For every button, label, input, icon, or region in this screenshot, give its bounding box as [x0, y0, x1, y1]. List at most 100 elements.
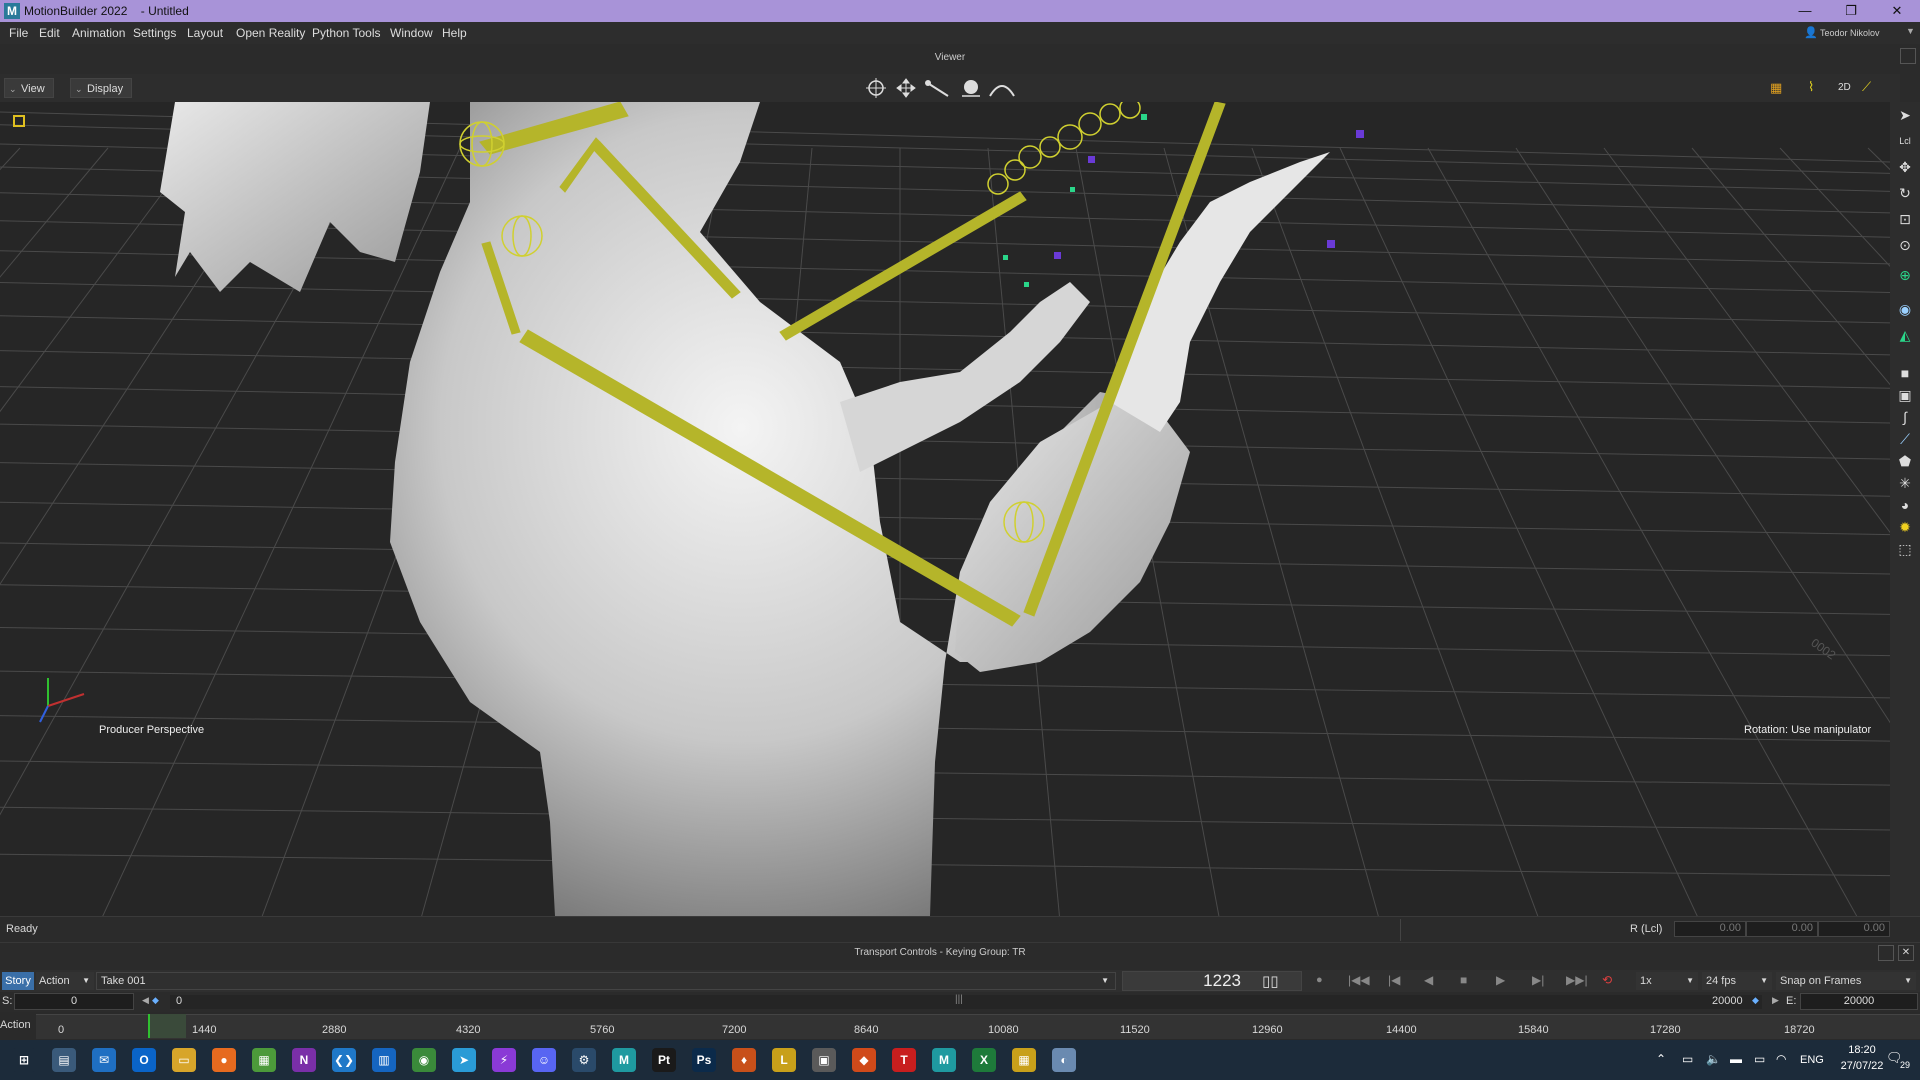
timeline[interactable]: Action 0 1440 2880 4320 5760 7200 8640 1… [0, 1012, 1920, 1040]
app-git-taskbar-icon[interactable]: ◆ [852, 1048, 876, 1072]
light-icon[interactable]: ✹ [1896, 518, 1914, 536]
loop-icon[interactable]: ⟲ [1602, 973, 1612, 987]
messenger-taskbar-icon[interactable]: ⚡ [492, 1048, 516, 1072]
discord-taskbar-icon[interactable]: ☺ [532, 1048, 556, 1072]
excel-taskbar-icon[interactable]: X [972, 1048, 996, 1072]
notepad-taskbar-icon[interactable]: ▦ [252, 1048, 276, 1072]
action-dropdown[interactable]: Action ▼ [36, 972, 94, 990]
speed-dropdown[interactable]: 1x ▼ [1636, 972, 1698, 990]
steam-taskbar-icon[interactable]: ⚙ [572, 1048, 596, 1072]
minimize-icon[interactable]: — [1782, 0, 1828, 22]
transform-green-icon[interactable]: ⊕ [1896, 266, 1914, 284]
goto-end-icon[interactable]: ▶▶| [1566, 973, 1588, 987]
menu-layout[interactable]: Layout [187, 26, 223, 40]
app-flame-taskbar-icon[interactable]: ♦ [732, 1048, 756, 1072]
pycharm-taskbar-icon[interactable]: Pt [652, 1048, 676, 1072]
local-mode-icon[interactable]: Lcl [1896, 132, 1914, 150]
move-icon[interactable]: ✥ [1896, 158, 1914, 176]
display-button[interactable]: ⌄ Display [70, 78, 132, 98]
fps-dropdown[interactable]: 24 fps ▼ [1702, 972, 1772, 990]
monitor-taskbar-icon[interactable]: ▣ [812, 1048, 836, 1072]
battery-icon[interactable]: ▬ [1730, 1052, 1742, 1066]
lock-icon[interactable] [13, 115, 25, 127]
record-icon[interactable]: ● [1316, 974, 1323, 986]
range-left-arrow-icon[interactable]: ◀ [142, 995, 149, 1006]
calendar-taskbar-icon[interactable]: ▦ [1012, 1048, 1036, 1072]
prev-frame-icon[interactable]: ◀ [1424, 973, 1433, 987]
time-range-slider[interactable] [170, 995, 1762, 1009]
sphere-tool-icon[interactable] [962, 80, 980, 97]
end-field[interactable]: 20000 [1800, 993, 1918, 1010]
motionbuilder-active-taskbar-icon[interactable]: M [932, 1048, 956, 1072]
range-start-handle-icon[interactable]: ◆ [152, 995, 159, 1006]
trello-taskbar-icon[interactable]: ▥ [372, 1048, 396, 1072]
motionbuilder-taskbar-icon[interactable]: M [612, 1048, 636, 1072]
range-end-handle-icon[interactable]: ◆ [1752, 995, 1759, 1006]
firefox-taskbar-icon[interactable]: ● [212, 1048, 236, 1072]
translate-icon[interactable] [896, 78, 916, 98]
clock-time[interactable]: 18:20 [1842, 1044, 1882, 1056]
select-translate-icon[interactable] [866, 78, 886, 98]
menu-python-tools[interactable]: Python Tools [312, 26, 381, 40]
outlook-taskbar-icon[interactable]: O [132, 1048, 156, 1072]
y-value-field[interactable]: 0.00 [1746, 921, 1818, 937]
wifi-icon[interactable]: ◠ [1776, 1052, 1786, 1066]
maximize-viewer-icon[interactable] [1900, 48, 1916, 64]
close-panel-icon[interactable]: ✕ [1898, 945, 1914, 961]
display-icon[interactable]: ▭ [1754, 1052, 1765, 1066]
box-icon[interactable]: ▣ [1896, 386, 1914, 404]
menu-window[interactable]: Window [390, 26, 433, 40]
prev-key-icon[interactable]: |◀ [1388, 973, 1400, 987]
scale-icon[interactable]: ⊡ [1896, 210, 1914, 228]
close-icon[interactable]: ✕ [1874, 0, 1920, 22]
play-icon[interactable]: ▶ [1496, 973, 1505, 987]
globe-icon[interactable]: ◉ [1896, 300, 1914, 318]
snap-icon[interactable]: ⟋ [1862, 79, 1871, 95]
app-globe-taskbar-icon[interactable]: ◐ [1052, 1048, 1076, 1072]
file-explorer-taskbar-icon[interactable]: ▭ [172, 1048, 196, 1072]
wand-icon[interactable]: ⟋ [1896, 430, 1914, 448]
scene-icon[interactable]: ◭ [1896, 326, 1914, 344]
vscode-taskbar-icon[interactable]: ❮❯ [332, 1048, 356, 1072]
stop-icon[interactable]: ■ [1460, 973, 1467, 987]
select-arrow-icon[interactable]: ➤ [1896, 106, 1914, 124]
float-icon[interactable] [1878, 945, 1894, 961]
next-key-icon[interactable]: ▶| [1532, 973, 1544, 987]
keyframe-icon[interactable]: ▦ [1770, 80, 1782, 96]
user-name[interactable]: Teodor Nikolov [1820, 28, 1880, 38]
timecode-format-icon[interactable]: ▯▯ [1262, 972, 1279, 990]
network-icon[interactable]: ▭ [1682, 1052, 1693, 1066]
explorer-pc-taskbar-icon[interactable]: ▤ [52, 1048, 76, 1072]
view-2d-icon[interactable]: 2D [1838, 82, 1851, 93]
snap-dropdown[interactable]: Snap on Frames ▼ [1776, 972, 1916, 990]
z-value-field[interactable]: 0.00 [1818, 921, 1890, 937]
curve-icon[interactable]: ∫ [1896, 408, 1914, 426]
curve-tool-icon[interactable] [989, 85, 1015, 97]
frame-icon[interactable]: ⬚ [1896, 540, 1914, 558]
range-right-arrow-icon[interactable]: ▶ [1772, 995, 1779, 1006]
menu-edit[interactable]: Edit [39, 26, 60, 40]
start-taskbar-icon[interactable]: ⊞ [12, 1048, 36, 1072]
telegram-taskbar-icon[interactable]: ➤ [452, 1048, 476, 1072]
curve-editor-icon[interactable]: ⌇ [1808, 79, 1814, 95]
playhead[interactable] [148, 1014, 186, 1038]
language-indicator[interactable]: ENG [1800, 1054, 1824, 1066]
take-dropdown[interactable]: Take 001 ▼ [96, 972, 1116, 990]
shape-icon[interactable]: ⬟ [1896, 452, 1914, 470]
null-icon[interactable]: ✳ [1896, 474, 1914, 492]
camera-icon[interactable]: ◕ [1896, 496, 1914, 514]
menu-open-reality[interactable]: Open Reality [236, 26, 305, 40]
pivot-icon[interactable]: ⊙ [1896, 236, 1914, 254]
3d-viewport[interactable]: Producer Perspective Rotation: Use manip… [0, 102, 1890, 916]
clock-date[interactable]: 27/07/22 [1838, 1060, 1886, 1072]
show-hidden-icons-icon[interactable]: ⌃ [1656, 1052, 1666, 1066]
onenote-taskbar-icon[interactable]: N [292, 1048, 316, 1072]
app-t-taskbar-icon[interactable]: T [892, 1048, 916, 1072]
view-button[interactable]: ⌄ View [4, 78, 54, 98]
slider-grip-icon[interactable]: ||| [955, 994, 963, 1005]
story-tab[interactable]: Story [2, 972, 34, 990]
app-l-taskbar-icon[interactable]: L [772, 1048, 796, 1072]
cube-icon[interactable]: ■ [1896, 364, 1914, 382]
photoshop-taskbar-icon[interactable]: Ps [692, 1048, 716, 1072]
menu-help[interactable]: Help [442, 26, 467, 40]
